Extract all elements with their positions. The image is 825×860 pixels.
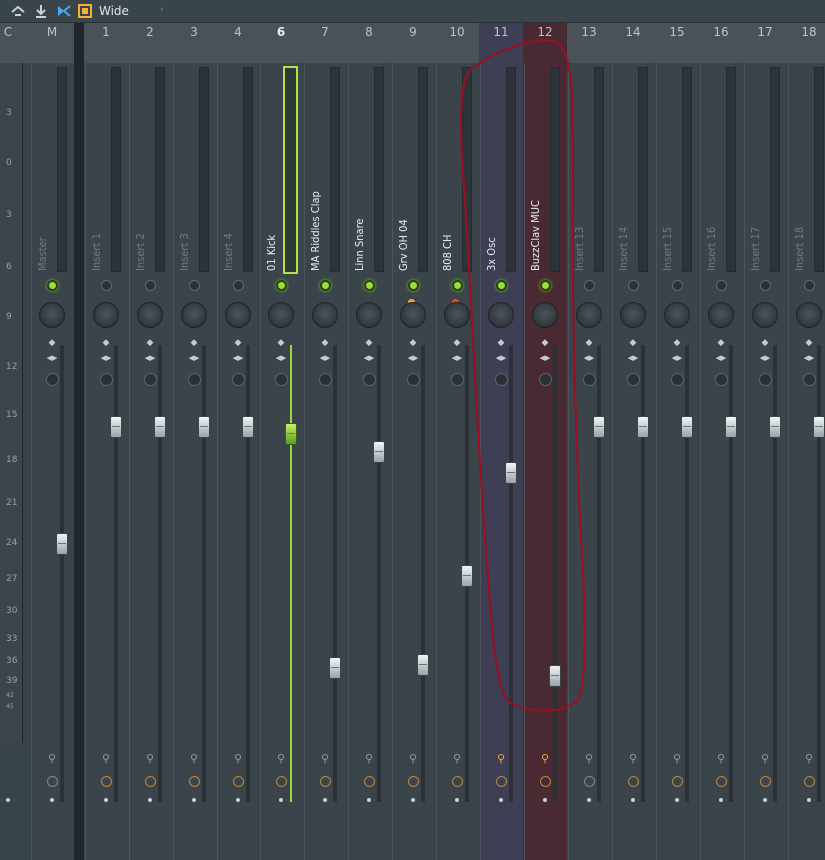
- mixer-window: Wide › C 3 0 3 6 9 12 15 18 21 24 27 30 33 36 39 42 45 M…: [0, 0, 825, 860]
- red-annotation-scribble: [460, 38, 586, 712]
